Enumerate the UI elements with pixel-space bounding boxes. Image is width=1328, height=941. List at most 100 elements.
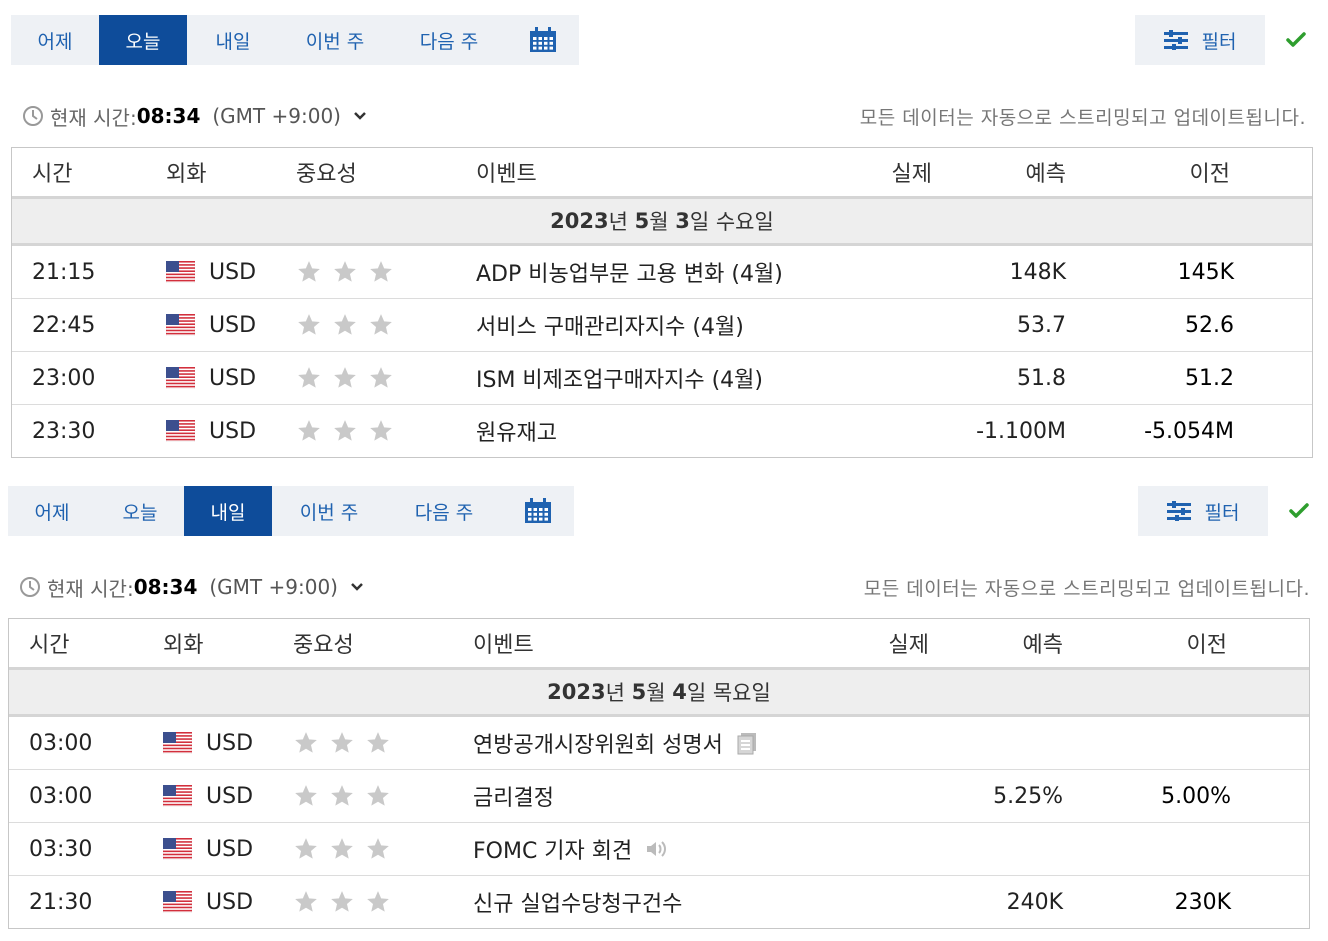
event-name-cell[interactable]: 서비스 구매관리자지수 (4월): [476, 299, 744, 351]
importance-stars: [296, 299, 394, 351]
event-forecast: 51.8: [1017, 365, 1066, 391]
star-icon: [331, 732, 353, 753]
chevron-down-icon[interactable]: [353, 109, 367, 123]
currency-code: USD: [206, 889, 254, 915]
star-icon: [298, 314, 320, 335]
star-icon: [370, 314, 392, 335]
event-name-cell[interactable]: 연방공개시장위원회 성명서: [473, 717, 759, 769]
event-name[interactable]: 연방공개시장위원회 성명서: [473, 727, 723, 759]
event-name[interactable]: 신규 실업수당청구건수: [473, 886, 682, 918]
event-name[interactable]: ISM 비제조업구매자지수 (4월): [476, 362, 763, 394]
event-previous: 51.2: [1185, 365, 1234, 391]
star-icon: [331, 838, 353, 859]
tab-2[interactable]: 내일: [184, 486, 272, 536]
star-icon: [295, 785, 317, 806]
event-name-cell[interactable]: 신규 실업수당청구건수: [473, 876, 682, 928]
event-name[interactable]: ADP 비농업부문 고용 변화 (4월): [476, 256, 783, 288]
table-row[interactable]: 21:15 USD ADP 비농업부문 고용 변화 (4월) 148K 145K: [12, 246, 1312, 299]
tab-0[interactable]: 어제: [8, 486, 96, 536]
day-tabs: 어제 오늘 내일 이번 주 다음 주: [8, 486, 574, 536]
importance-stars: [293, 823, 391, 875]
tab-0[interactable]: 어제: [11, 15, 99, 65]
event-time: 03:00: [29, 730, 93, 756]
currency-code: USD: [209, 312, 257, 338]
tab-2[interactable]: 내일: [187, 15, 279, 65]
event-previous: 230K: [1174, 889, 1231, 915]
tab-3[interactable]: 이번 주: [279, 15, 391, 65]
table-row[interactable]: 21:30 USD 신규 실업수당청구건수 240K 230K: [9, 876, 1309, 928]
calendar-button[interactable]: [507, 15, 579, 65]
tab-1[interactable]: 오늘: [96, 486, 184, 536]
table-row[interactable]: 23:30 USD 원유재고 -1.100M -5.054M: [12, 405, 1312, 457]
star-icon: [334, 367, 356, 388]
events-table: 시간 외화 중요성 이벤트 실제 예측 이전 2023 년 5월 3일 수요일 21:15 USD A…: [11, 147, 1313, 458]
us-flag-icon: [163, 785, 192, 807]
col-importance: 중요성: [296, 162, 357, 187]
table-row[interactable]: 03:00 USD 연방공개시장위원회 성명서: [9, 717, 1309, 770]
tab-4[interactable]: 다음 주: [386, 486, 502, 536]
currency-code: USD: [206, 730, 254, 756]
event-name[interactable]: 서비스 구매관리자지수 (4월): [476, 309, 744, 341]
tab-1[interactable]: 오늘: [99, 15, 187, 65]
event-name-cell[interactable]: ISM 비제조업구매자지수 (4월): [476, 352, 763, 404]
events-table: 시간 외화 중요성 이벤트 실제 예측 이전 2023 년 5월 4일 목요일 03:00 USD 연…: [8, 618, 1310, 929]
date-month: 5: [631, 680, 647, 704]
date-year-suffix: 년: [608, 210, 635, 234]
importance-stars: [293, 876, 391, 928]
event-name[interactable]: 원유재고: [476, 415, 557, 447]
star-icon: [367, 838, 389, 859]
event-name[interactable]: 금리결정: [473, 780, 554, 812]
col-currency: 외화: [166, 162, 207, 187]
calendar-icon: [525, 498, 551, 523]
date-row: 2023 년 5월 3일 수요일: [12, 199, 1312, 246]
star-icon: [298, 261, 320, 282]
event-previous: 52.6: [1185, 312, 1234, 338]
current-time-bar: 현재 시간: 08:34 (GMT +9:00): [19, 572, 364, 602]
table-row[interactable]: 22:45 USD 서비스 구매관리자지수 (4월) 53.7 52.6: [12, 299, 1312, 352]
event-name-cell[interactable]: 원유재고: [476, 405, 557, 457]
star-icon: [298, 367, 320, 388]
star-icon: [370, 420, 392, 441]
timezone[interactable]: (GMT +9:00): [212, 104, 341, 128]
tab-4[interactable]: 다음 주: [391, 15, 507, 65]
event-name-cell[interactable]: FOMC 기자 회견: [473, 823, 668, 875]
table-row[interactable]: 03:30 USD FOMC 기자 회견: [9, 823, 1309, 876]
event-name-cell[interactable]: ADP 비농업부문 고용 변화 (4월): [476, 246, 783, 298]
currency-code: USD: [209, 365, 257, 391]
date-month: 5: [634, 209, 650, 233]
us-flag-icon: [166, 314, 195, 336]
event-forecast: 148K: [1009, 259, 1066, 285]
clock-icon: [20, 577, 40, 597]
event-forecast: -1.100M: [976, 418, 1066, 444]
us-flag-icon: [163, 891, 192, 913]
filter-label: 필터: [1201, 30, 1237, 53]
us-flag-icon: [163, 732, 192, 754]
filter-sliders-icon: [1163, 30, 1188, 50]
col-time: 시간: [29, 633, 70, 658]
current-time: 08:34: [136, 104, 201, 128]
chevron-down-icon[interactable]: [350, 580, 364, 594]
calendar-button[interactable]: [502, 486, 574, 536]
event-time: 21:15: [32, 259, 96, 285]
us-flag-icon: [163, 838, 192, 860]
event-name[interactable]: FOMC 기자 회견: [473, 833, 632, 865]
filter-button[interactable]: 필터: [1138, 486, 1268, 536]
date-day: 4: [672, 680, 687, 704]
filter-button[interactable]: 필터: [1135, 15, 1265, 65]
currency-cell: USD: [163, 717, 253, 769]
table-row[interactable]: 03:00 USD 금리결정 5.25% 5.00%: [9, 770, 1309, 823]
event-previous: 145K: [1177, 259, 1234, 285]
streaming-notice: 모든 데이터는 자동으로 스트리밍되고 업데이트됩니다.: [863, 577, 1310, 600]
table-row[interactable]: 23:00 USD ISM 비제조업구매자지수 (4월) 51.8 51.2: [12, 352, 1312, 405]
timezone[interactable]: (GMT +9:00): [209, 575, 338, 599]
tab-3[interactable]: 이번 주: [272, 486, 386, 536]
currency-cell: USD: [166, 299, 256, 351]
star-icon: [334, 420, 356, 441]
importance-stars: [296, 246, 394, 298]
speaker-icon[interactable]: [644, 837, 668, 861]
event-name-cell[interactable]: 금리결정: [473, 770, 554, 822]
document-icon[interactable]: [735, 731, 759, 755]
col-event: 이벤트: [476, 162, 537, 187]
currency-cell: USD: [163, 823, 253, 875]
time-label: 현재 시간:: [50, 105, 137, 130]
